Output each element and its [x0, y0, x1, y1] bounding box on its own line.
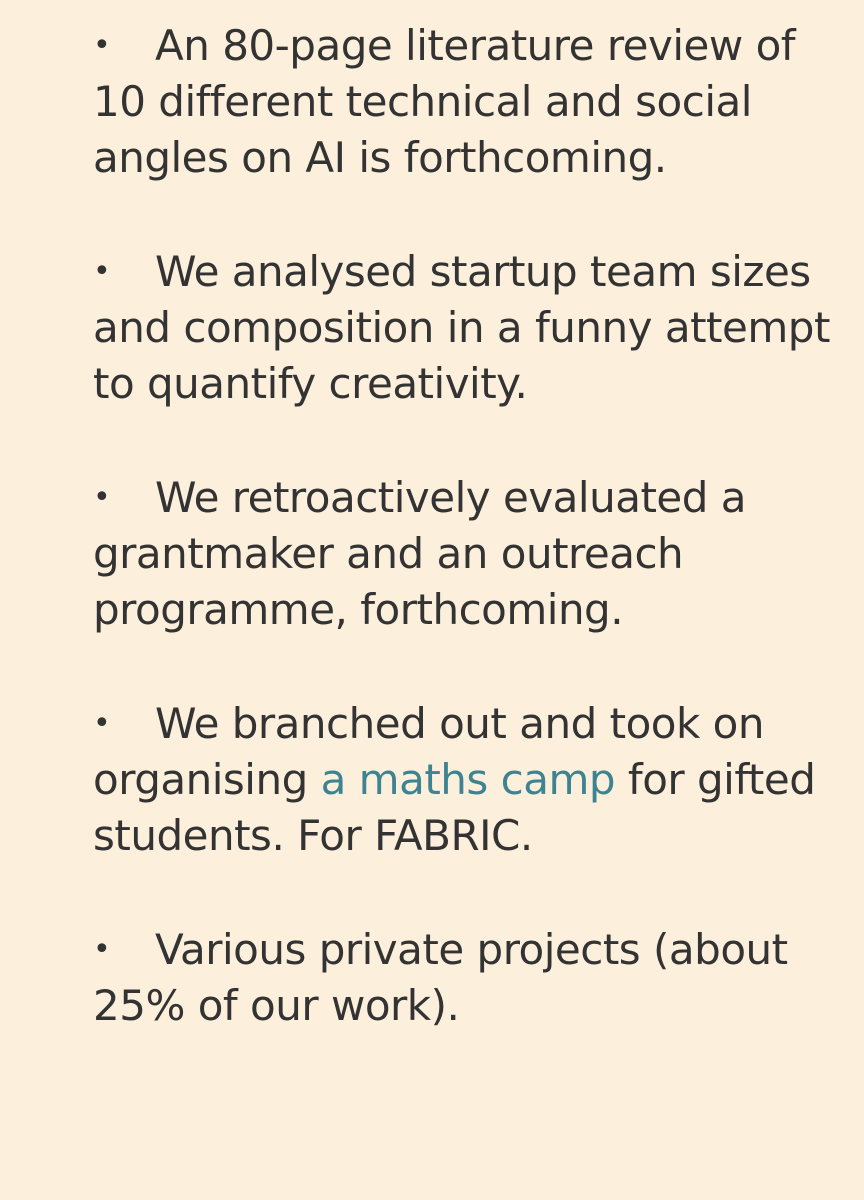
list-item: • We branched out and took on organising …: [93, 696, 833, 864]
list-item: • We retroactively evaluated a grantmaker…: [93, 470, 833, 638]
list-item-text: We analysed startup team sizes and compo…: [93, 247, 830, 408]
bullet-icon: •: [93, 254, 111, 289]
list-item: • We analysed startup team sizes and comp…: [93, 244, 833, 412]
list-item-text: An 80-page literature review of 10 diffe…: [93, 21, 796, 182]
project-list: • An 80-page literature review of 10 diff…: [93, 18, 833, 1034]
bullet-icon: •: [93, 28, 111, 63]
list-item-text: Various private projects (about 25% of o…: [93, 925, 788, 1030]
list-item-text: We retroactively evaluated a grantmaker …: [93, 473, 747, 634]
list-item: • Various private projects (about 25% of …: [93, 922, 833, 1034]
bullet-icon: •: [93, 480, 111, 515]
list-item: • An 80-page literature review of 10 diff…: [93, 18, 833, 186]
bullet-icon: •: [93, 706, 111, 741]
document-page: • An 80-page literature review of 10 diff…: [0, 0, 864, 1200]
maths-camp-link[interactable]: a maths camp: [321, 755, 616, 804]
bullet-icon: •: [93, 932, 111, 967]
